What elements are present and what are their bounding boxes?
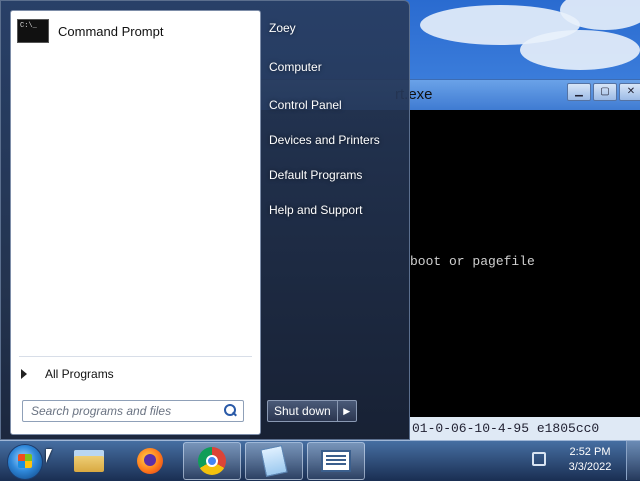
search-icon[interactable]: [222, 403, 238, 419]
search-box[interactable]: [22, 400, 244, 422]
search-input[interactable]: [29, 403, 222, 419]
shutdown-control: Shut down ▶: [267, 400, 357, 422]
right-item-control-panel[interactable]: Control Panel: [269, 98, 342, 112]
right-item-devices-printers[interactable]: Devices and Printers: [269, 133, 380, 147]
show-desktop-button[interactable]: [626, 441, 640, 480]
console-app-icon: [321, 450, 351, 472]
taskbar-chrome[interactable]: [183, 442, 241, 480]
divider: [19, 356, 252, 357]
shutdown-options-button[interactable]: ▶: [338, 401, 356, 421]
start-menu: Command Prompt All Programs Zoey Compute…: [0, 0, 410, 440]
right-item-help-support[interactable]: Help and Support: [269, 203, 362, 217]
taskbar-firefox[interactable]: [121, 442, 179, 480]
program-label: Command Prompt: [58, 23, 164, 39]
arrow-right-icon: [21, 369, 27, 379]
right-item-user[interactable]: Zoey: [269, 21, 296, 35]
maximize-button[interactable]: ▢: [593, 83, 617, 101]
close-button[interactable]: ✕: [619, 83, 640, 101]
file-explorer-icon: [74, 450, 104, 472]
program-item-command-prompt[interactable]: Command Prompt: [13, 13, 253, 49]
taskbar-console[interactable]: [307, 442, 365, 480]
minimize-button[interactable]: ▁: [567, 83, 591, 101]
taskbar-notepad[interactable]: [245, 442, 303, 480]
programs-pane: Command Prompt All Programs: [10, 10, 261, 435]
console-output-line: boot or pagefile: [410, 254, 535, 269]
start-button[interactable]: [7, 444, 43, 480]
clock-time: 2:52 PM: [569, 446, 611, 458]
network-icon[interactable]: [532, 452, 546, 466]
command-prompt-icon: [17, 19, 49, 43]
chrome-icon: [198, 447, 226, 475]
right-item-computer[interactable]: Computer: [269, 60, 322, 74]
firefox-icon: [137, 448, 163, 474]
wallpaper-cloud: [520, 30, 640, 70]
right-item-default-programs[interactable]: Default Programs: [269, 168, 362, 182]
notepad-icon: [260, 445, 288, 477]
mouse-cursor-icon: [46, 449, 52, 463]
shutdown-button[interactable]: Shut down: [268, 401, 338, 421]
taskbar-file-explorer[interactable]: [60, 442, 118, 480]
window-controls: ▁ ▢ ✕: [567, 83, 640, 101]
console-bottom-text: 01-0-06-10-4-95 e1805cc0: [410, 417, 640, 441]
all-programs-button[interactable]: All Programs: [19, 363, 251, 385]
clock-date: 3/3/2022: [568, 461, 612, 473]
all-programs-label: All Programs: [45, 367, 114, 381]
clock[interactable]: 2:52 PM 3/3/2022: [558, 445, 622, 475]
